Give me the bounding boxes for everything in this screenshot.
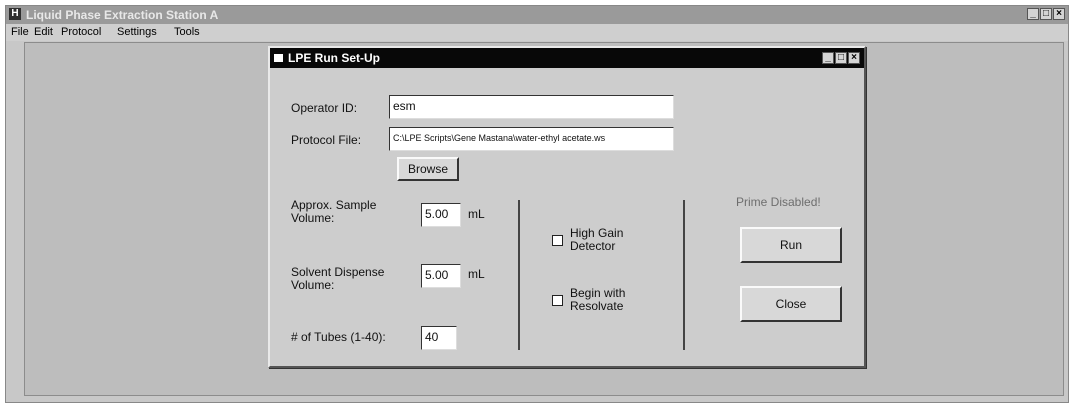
menu-edit[interactable]: Edit xyxy=(34,24,53,41)
sample-volume-label: Approx. Sample Volume: xyxy=(291,198,377,225)
close-icon[interactable]: × xyxy=(848,52,860,64)
minimize-icon[interactable]: _ xyxy=(822,52,834,64)
run-button[interactable]: Run xyxy=(740,227,842,263)
divider-right xyxy=(683,200,685,350)
prime-status-text: Prime Disabled! xyxy=(736,195,821,209)
sample-volume-input[interactable]: 5.00 xyxy=(421,203,461,227)
solvent-volume-label: Solvent Dispense Volume: xyxy=(291,265,385,292)
dialog-window-controls: _ □ × xyxy=(822,52,860,64)
app-title: Liquid Phase Extraction Station A xyxy=(26,8,219,22)
solvent-volume-unit: mL xyxy=(468,267,485,281)
solvent-volume-input[interactable]: 5.00 xyxy=(421,264,461,288)
resolvate-label: Begin with Resolvate xyxy=(570,286,626,313)
menu-settings[interactable]: Settings xyxy=(117,24,157,41)
high-gain-label: High Gain Detector xyxy=(570,226,624,253)
close-icon[interactable]: × xyxy=(1053,8,1065,20)
dialog-title-bar[interactable]: LPE Run Set-Up _ □ × xyxy=(270,48,864,68)
browse-button[interactable]: Browse xyxy=(397,157,459,181)
protocol-file-input[interactable]: C:\LPE Scripts\Gene Mastana\water-ethyl … xyxy=(389,127,674,151)
menu-protocol[interactable]: Protocol xyxy=(61,24,101,41)
dialog-title: LPE Run Set-Up xyxy=(288,51,380,65)
sample-volume-unit: mL xyxy=(468,207,485,221)
maximize-icon[interactable]: □ xyxy=(835,52,847,64)
tubes-label: # of Tubes (1-40): xyxy=(291,330,386,344)
protocol-label: Protocol File: xyxy=(291,133,362,147)
divider-left xyxy=(518,200,520,350)
operator-label: Operator ID: xyxy=(291,101,358,115)
tubes-input[interactable]: 40 xyxy=(421,326,457,350)
app-title-bar[interactable]: H Liquid Phase Extraction Station A _ □ … xyxy=(6,6,1068,24)
app-icon: H xyxy=(9,8,21,20)
close-button[interactable]: Close xyxy=(740,286,842,322)
menu-file[interactable]: File xyxy=(11,24,29,41)
menu-tools[interactable]: Tools xyxy=(174,24,200,41)
maximize-icon[interactable]: □ xyxy=(1040,8,1052,20)
app-window-controls: _ □ × xyxy=(1027,8,1065,20)
resolvate-checkbox[interactable] xyxy=(552,295,563,306)
run-setup-dialog: LPE Run Set-Up _ □ × Operator ID: esm Pr… xyxy=(268,46,866,368)
menu-bar: File Edit Protocol Settings Tools xyxy=(6,24,1068,41)
operator-id-input[interactable]: esm xyxy=(389,95,674,119)
high-gain-checkbox[interactable] xyxy=(552,235,563,246)
main-window: H Liquid Phase Extraction Station A _ □ … xyxy=(5,5,1069,403)
dialog-icon xyxy=(274,54,283,62)
minimize-icon[interactable]: _ xyxy=(1027,8,1039,20)
